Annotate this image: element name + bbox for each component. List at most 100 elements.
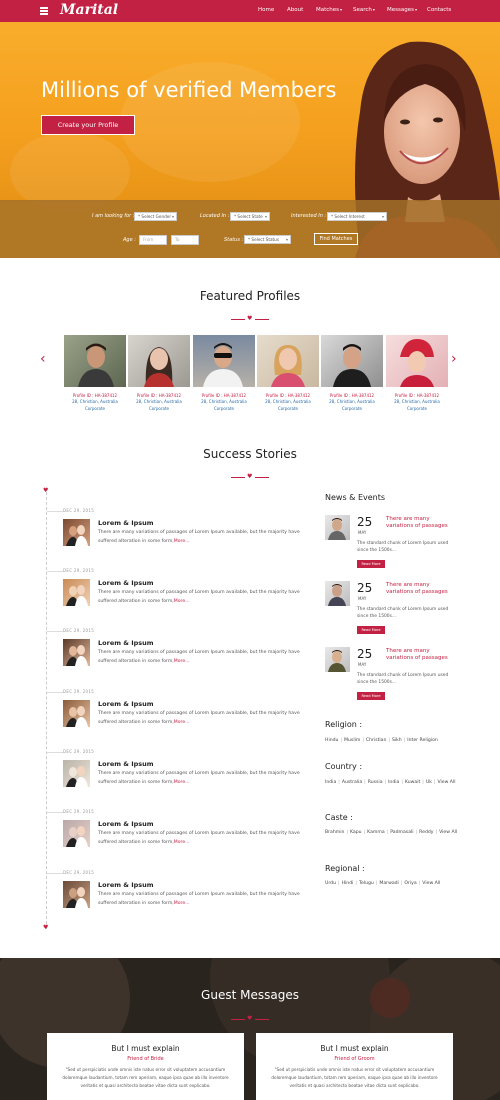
news-photo [325,515,350,540]
story-text: There are many variations of passages of… [98,891,313,908]
find-matches-button[interactable]: Find Matches [314,233,358,245]
story-text-body: There are many variations of passages of… [98,711,300,725]
nav-about[interactable]: About [287,7,303,13]
news-text: The standard chunk of Lorem Ipsum used s… [357,673,449,685]
status-select[interactable]: * Select Status ▾ [244,235,291,244]
religion-tag-link[interactable]: Hindu [325,738,338,743]
age-from-input[interactable]: From [139,235,167,245]
story-couple-photo [63,700,90,727]
read-more-button[interactable]: Read More [357,626,385,634]
guest-card-relation: Friend of Bride [127,1056,164,1062]
profile-info: 28, Christian, Australia [201,399,247,404]
story-more-link[interactable]: More... [174,840,190,845]
nav-matches-label: Matches [316,7,340,13]
state-select[interactable]: * Select State ▾ [230,212,270,221]
country-tag-link[interactable]: India [388,780,399,785]
regional-tag-link[interactable]: Oriya [404,881,416,886]
timeline-connector [47,752,63,753]
story-text: There are many variations of passages of… [98,529,313,546]
story-text: There are many variations of passages of… [98,589,313,606]
religion-tag-link[interactable]: Christian [366,738,386,743]
interest-select[interactable]: * Select Interest ▾ [327,212,387,221]
brand-logo[interactable]: Marital [60,2,118,18]
news-title-link[interactable]: There are many variations of passages [386,516,454,529]
guest-messages-section: Guest Messages ♥ But I must explain Frie… [0,958,500,1100]
religion-tag-link[interactable]: Inter Religion [407,738,438,743]
chevron-down-icon: ▾ [264,214,267,219]
story-more-link[interactable]: More... [174,780,190,785]
profile-profession: Corporate [85,406,105,411]
story-date: DEC 29, 2015 [63,689,95,694]
regional-tag-link[interactable]: Telugu [359,881,374,886]
country-tag-link[interactable]: Uk [426,780,432,785]
story-couple-photo [63,639,90,666]
story-text-body: There are many variations of passages of… [98,650,300,664]
religion-tag-link[interactable]: Sikh [392,738,402,743]
nav-contacts[interactable]: Contacts [427,7,451,13]
profile-card[interactable]: Profile ID : HA-387412 28, Christian, Au… [386,335,448,412]
country-tag-link[interactable]: Kuwait [405,780,420,785]
regional-tag-link[interactable]: Marwadi [379,881,398,886]
country-tag-link[interactable]: Russia [368,780,383,785]
nav-messages-label: Messages [387,7,414,13]
story-more-link[interactable]: More... [174,901,190,906]
caste-tag-link[interactable]: Kapu [350,830,362,835]
caste-tag-link[interactable]: Reddy [419,830,433,835]
regional-tag-link[interactable]: Hindi [342,881,354,886]
profile-card[interactable]: Profile ID : HA-387412 28, Christian, Au… [128,335,190,412]
looking-for-label: I am looking for : [92,213,135,219]
profile-card[interactable]: Profile ID : HA-387412 28, Christian, Au… [64,335,126,412]
status-label: Status : [224,237,244,243]
story-title: Lorem & Ipsum [98,700,154,708]
regional-tag-link[interactable]: View All [422,881,440,886]
carousel-prev-arrow-icon[interactable]: ‹ [40,351,46,367]
country-tag-link[interactable]: Australia [342,780,362,785]
nav-messages[interactable]: Messages▾ [387,7,417,13]
read-more-button[interactable]: Read More [357,560,385,568]
story-couple-photo [63,881,90,908]
caste-tag-link[interactable]: Brahmin [325,830,344,835]
story-title: Lorem & Ipsum [98,579,154,587]
age-to-input[interactable]: To [171,235,199,245]
news-title-link[interactable]: There are many variations of passages [386,648,454,661]
story-title: Lorem & Ipsum [98,639,154,647]
tag-separator: | [435,830,438,835]
story-text: There are many variations of passages of… [98,649,313,666]
story-date: DEC 29, 2015 [63,809,95,814]
story-more-link[interactable]: More... [174,659,190,664]
carousel-next-arrow-icon[interactable]: › [451,351,457,367]
news-title-link[interactable]: There are many variations of passages [386,582,454,595]
gender-select[interactable]: * Select Gender ▾ [134,212,177,221]
heart-icon: ♥ [247,1015,253,1022]
nav-search[interactable]: Search▾ [353,7,375,13]
read-more-button[interactable]: Read More [357,692,385,700]
country-tag-link[interactable]: India [325,780,336,785]
country-tag-link[interactable]: View All [437,780,455,785]
regional-tag-link[interactable]: Urdu [325,881,336,886]
news-day: 25 [357,581,373,595]
section-divider: ♥ [231,473,269,480]
story-more-link[interactable]: More... [174,539,190,544]
success-stories-title: Success Stories [203,447,297,461]
guest-card-title: But I must explain [111,1044,180,1053]
religion-tag-link[interactable]: Muslim [344,738,360,743]
profile-card[interactable]: Profile ID : HA-387412 28, Christian, Au… [193,335,255,412]
profile-card[interactable]: Profile ID : HA-387412 28, Christian, Au… [321,335,383,412]
timeline-connector [47,631,63,632]
caste-tag-link[interactable]: View All [439,830,457,835]
tag-separator: | [363,830,366,835]
story-more-link[interactable]: More... [174,599,190,604]
caste-tag-link[interactable]: Padmasali [390,830,413,835]
tag-separator: | [364,780,366,785]
create-profile-button[interactable]: Create your Profile [41,115,135,135]
gender-select-value: * Select Gender [138,214,172,219]
state-select-value: * Select State [234,214,263,219]
nav-matches[interactable]: Matches▾ [316,7,342,13]
news-text: The standard chunk of Lorem Ipsum used s… [357,607,449,619]
story-title: Lorem & Ipsum [98,519,154,527]
hamburger-menu-icon[interactable] [40,7,48,15]
nav-home[interactable]: Home [258,7,274,13]
story-more-link[interactable]: More... [174,720,190,725]
caste-tag-link[interactable]: Kamma [367,830,385,835]
profile-card[interactable]: Profile ID : HA-387412 28, Christian, Au… [257,335,319,412]
